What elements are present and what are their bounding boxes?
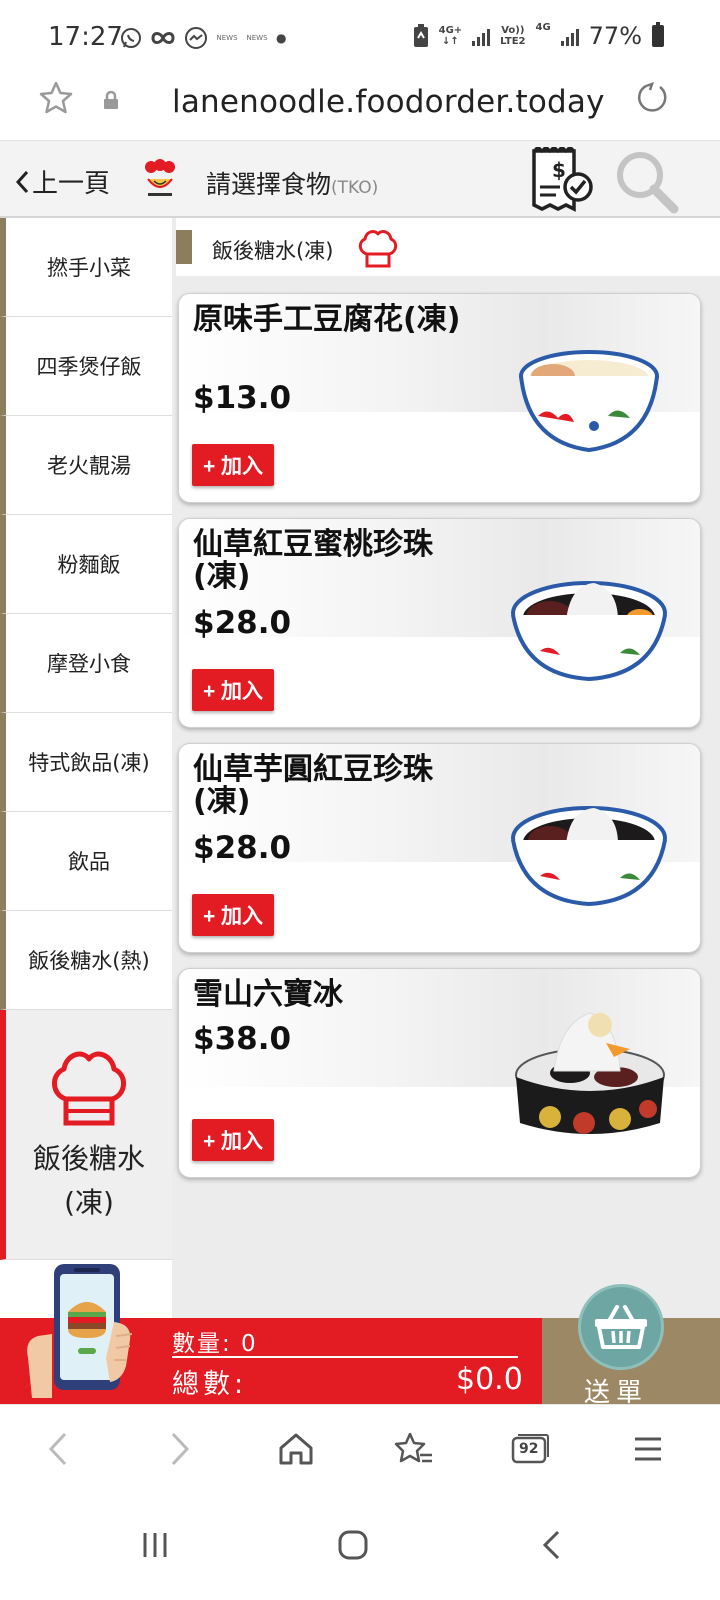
product-name: 仙草紅豆蜜桃珍珠(凍): [193, 527, 433, 594]
chevron-left-icon: [48, 1432, 67, 1466]
category-active-label: 飯後糖水 (凍): [32, 1141, 145, 1219]
status-right: 4G+ ↓↑ Vo)) LTE2 4G 77%: [413, 22, 664, 50]
bookmark-star-icon[interactable]: [38, 80, 74, 116]
category-sidebar: 撚手小菜 四季煲仔飯 老火靚湯 粉麵飯 摩登小食 特式飲品(凍) 飲品 飯後糖水…: [0, 218, 172, 1350]
battery-percent: 77%: [588, 22, 642, 50]
home-circle-icon: [338, 1530, 368, 1560]
status-bar: 17:27 NEWS NEWS ● 4G+ ↓↑ Vo)) LTE2 4G 77%: [0, 0, 720, 78]
signal-icon: [560, 26, 579, 46]
order-receipt-icon[interactable]: $: [530, 147, 594, 213]
product-card: 仙草紅豆蜜桃珍珠(凍) $28.0 + 加入: [178, 518, 701, 728]
browser-tabs-button[interactable]: 92: [506, 1427, 554, 1471]
section-marker: [176, 230, 192, 264]
product-name: 雪山六寶冰: [193, 977, 343, 1012]
store-label: (TKO): [331, 178, 379, 198]
news-icon: NEWS: [216, 34, 238, 42]
category-item[interactable]: 摩登小食: [0, 614, 172, 713]
status-time: 17:27: [48, 22, 123, 52]
back-button[interactable]: 上一頁: [14, 163, 110, 200]
back-label: 上一頁: [32, 169, 111, 199]
system-home-button[interactable]: [328, 1520, 378, 1570]
add-to-cart-button[interactable]: + 加入: [192, 669, 274, 711]
browser-menu-button[interactable]: [624, 1427, 672, 1471]
network-4g-plus: 4G+ ↓↑: [438, 25, 463, 47]
section-title: 飯後糖水(凍): [212, 239, 334, 263]
page-title: 請選擇食物(TKO): [206, 170, 379, 199]
category-item[interactable]: 飲品: [0, 812, 172, 911]
product-price: $13.0: [193, 380, 292, 416]
cart-total-label: 總數:: [172, 1369, 248, 1400]
whatsapp-icon: [121, 28, 141, 48]
category-item[interactable]: 飯後糖水(熱): [0, 911, 172, 1010]
signal-icon: [472, 26, 491, 46]
category-item[interactable]: 撚手小菜: [0, 218, 172, 317]
product-name: 原味手工豆腐花(凍): [193, 302, 461, 337]
recent-apps-icon: [143, 1533, 167, 1557]
dot-icon: ●: [276, 31, 287, 45]
system-back-button[interactable]: [526, 1520, 576, 1570]
add-to-cart-button[interactable]: + 加入: [192, 1119, 274, 1161]
messenger-icon: [185, 27, 207, 49]
product-name: 仙草芋圓紅豆珍珠(凍): [193, 752, 433, 819]
browser-back-button[interactable]: [34, 1427, 82, 1471]
chevron-left-icon: [15, 170, 29, 193]
product-price: $28.0: [193, 605, 292, 641]
cart-total-value: $0.0: [456, 1362, 523, 1397]
category-item-active[interactable]: 飯後糖水 (凍): [0, 1010, 172, 1260]
system-nav-bar: [0, 1490, 720, 1600]
back-arrow-icon: [542, 1530, 560, 1560]
product-price: $38.0: [193, 1021, 292, 1057]
phone-order-illustration: [27, 1264, 133, 1398]
product-card: 原味手工豆腐花(凍) $13.0 + 加入: [178, 293, 701, 503]
news-icon: NEWS: [246, 34, 268, 42]
network-4g: 4G: [535, 22, 551, 33]
app-header: 上一頁 請選擇食物(TKO) $: [0, 140, 720, 218]
cart-divider: [172, 1356, 518, 1358]
product-card: 仙草芋圓紅豆珍珠(凍) $28.0 + 加入: [178, 743, 701, 953]
basket-button[interactable]: [578, 1284, 664, 1370]
add-to-cart-button[interactable]: + 加入: [192, 444, 274, 486]
category-item[interactable]: 粉麵飯: [0, 515, 172, 614]
battery-icon: [652, 22, 664, 47]
browser-forward-button[interactable]: [156, 1427, 204, 1471]
shopping-basket-icon: [595, 1305, 647, 1349]
section-header: 飯後糖水(凍): [176, 218, 720, 276]
category-item[interactable]: 老火靚湯: [0, 416, 172, 515]
bookmarks-star-icon: [394, 1432, 432, 1463]
browser-url-bar: lanenoodle.foodorder.today: [0, 78, 720, 140]
grass-jelly-dessert-image: [511, 581, 667, 682]
restaurant-logo: [145, 159, 175, 196]
cart-quantity: 數量: 0: [172, 1331, 258, 1357]
search-icon[interactable]: [614, 149, 680, 215]
add-to-cart-button[interactable]: + 加入: [192, 894, 274, 936]
tabs-count: 92: [519, 1441, 539, 1457]
taro-ball-dessert-image: [511, 806, 667, 907]
lock-icon: [104, 90, 118, 109]
product-price: $28.0: [193, 830, 292, 866]
category-item[interactable]: 特式飲品(凍): [0, 713, 172, 812]
home-icon: [279, 1433, 313, 1465]
network-volte: Vo)) LTE2: [500, 25, 526, 47]
reload-icon[interactable]: [634, 80, 670, 116]
product-card: 雪山六寶冰 $38.0 + 加入: [178, 968, 701, 1178]
chef-hat-icon: [52, 1051, 126, 1125]
chef-hat-icon: [358, 230, 398, 268]
browser-bottom-nav: 92: [0, 1404, 720, 1490]
recent-apps-button[interactable]: [130, 1520, 180, 1570]
svg-text:$: $: [552, 158, 566, 182]
infinity-icon: [151, 32, 175, 44]
notification-icons: NEWS NEWS ●: [120, 26, 286, 50]
category-item[interactable]: 四季煲仔飯: [0, 317, 172, 416]
battery-saver-icon: [413, 24, 428, 47]
product-list: 飯後糖水(凍) 原味手工豆腐花(凍) $13.0 + 加入 仙草紅豆蜜桃珍珠(凍…: [172, 218, 720, 1318]
browser-bookmarks-button[interactable]: [390, 1427, 438, 1471]
hamburger-menu-icon: [635, 1437, 661, 1461]
tofu-pudding-image: [519, 350, 659, 453]
browser-home-button[interactable]: [272, 1427, 320, 1471]
url-text[interactable]: lanenoodle.foodorder.today: [172, 84, 605, 120]
snow-mountain-ice-image: [515, 1012, 665, 1134]
chevron-right-icon: [171, 1432, 190, 1466]
